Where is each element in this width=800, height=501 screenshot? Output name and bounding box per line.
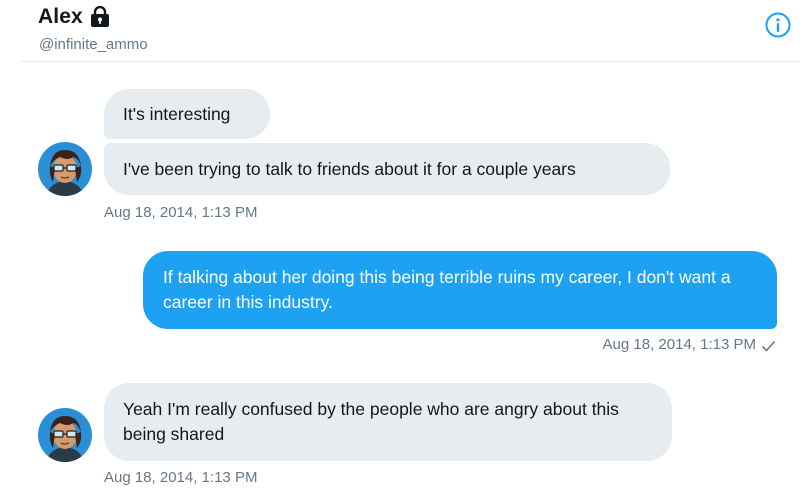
- message-bubble-incoming[interactable]: I've been trying to talk to friends abou…: [104, 143, 670, 195]
- message-bubble-incoming[interactable]: It's interesting: [104, 89, 270, 139]
- conversation-header: Alex @infinite_ammo: [0, 0, 800, 62]
- info-icon[interactable]: [764, 11, 792, 39]
- avatar[interactable]: [38, 142, 92, 196]
- message-timestamp-row: Aug 18, 2014, 1:13 PM: [603, 336, 776, 353]
- header-divider: [0, 61, 20, 62]
- message-timestamp: Aug 18, 2014, 1:13 PM: [104, 469, 258, 486]
- checkmark-icon: [761, 339, 776, 352]
- contact-name[interactable]: Alex: [38, 5, 83, 29]
- avatar[interactable]: [38, 408, 92, 462]
- contact-handle: @infinite_ammo: [39, 36, 148, 53]
- lock-icon: [89, 5, 111, 28]
- message-timestamp: Aug 18, 2014, 1:13 PM: [104, 204, 258, 221]
- message-bubble-incoming[interactable]: Yeah I'm really confused by the people w…: [104, 383, 672, 461]
- message-bubble-outgoing[interactable]: If talking about her doing this being te…: [143, 251, 777, 329]
- message-timestamp: Aug 18, 2014, 1:13 PM: [602, 336, 756, 353]
- contact-name-row[interactable]: Alex: [38, 4, 111, 30]
